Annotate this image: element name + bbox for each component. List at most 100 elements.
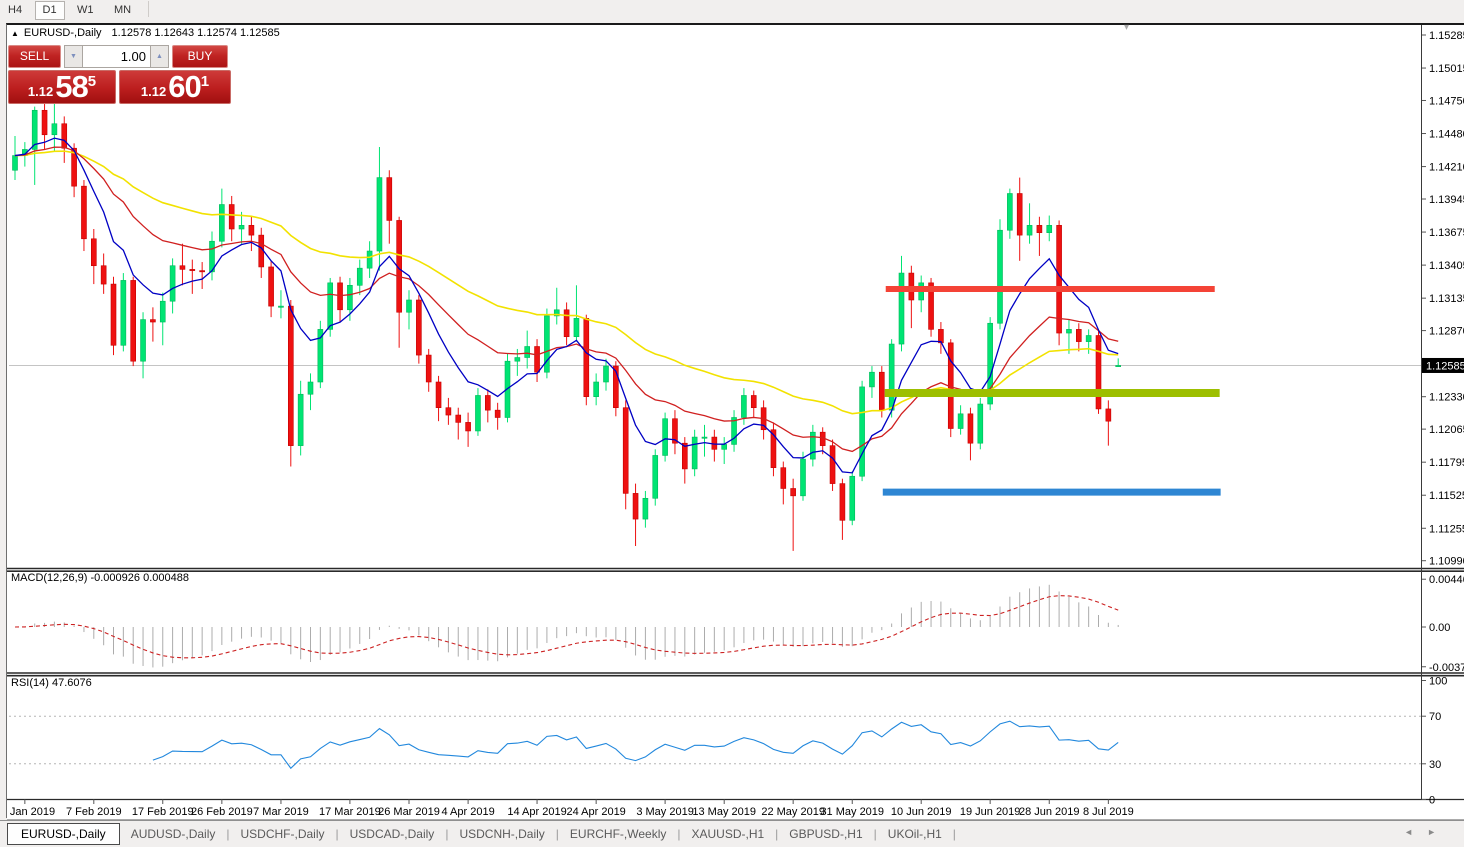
candle-body [594, 382, 599, 397]
candle-body [801, 459, 806, 496]
date-axis-label: 26 Mar 2019 [378, 806, 440, 818]
tab-eurusd-daily[interactable]: EURUSD-,Daily [7, 823, 120, 845]
candle-body [869, 372, 874, 387]
date-axis-label: 13 May 2019 [692, 806, 756, 818]
date-axis-label: 22 May 2019 [761, 806, 825, 818]
candle-body [269, 267, 274, 306]
candle-body [288, 306, 293, 446]
chart-window: 1.152851.150151.147501.144801.142101.139… [6, 23, 1464, 818]
candle-body [702, 437, 707, 438]
tab-gbpusd-h1[interactable]: GBPUSD-,H1 [778, 824, 873, 844]
volume-increase-icon[interactable]: ▲ [151, 46, 168, 67]
price-axis-label: 1.11795 [1429, 457, 1464, 469]
tab-ukoil-h1[interactable]: UKOil-,H1 [877, 824, 953, 844]
price-axis-label: 1.14480 [1429, 129, 1464, 141]
candle-body [249, 225, 254, 235]
candle-body [426, 355, 431, 382]
candle-body [121, 280, 126, 345]
price-axis-label: 1.11255 [1429, 523, 1464, 535]
candle-body [62, 124, 67, 148]
price-axis-label: 1.13945 [1429, 194, 1464, 206]
volume-decrease-icon[interactable]: ▼ [65, 46, 82, 67]
sell-price-big: 58 [55, 71, 87, 102]
candle-body [1066, 329, 1071, 333]
candle-body [889, 344, 894, 410]
candle-body [308, 382, 313, 394]
chevron-down-icon[interactable]: ▾ [1124, 22, 1129, 33]
candle-body [387, 178, 392, 221]
candle-body [367, 251, 372, 268]
candle-body [722, 444, 727, 449]
candle-body [180, 266, 185, 270]
rsi-axis-label: 70 [1429, 711, 1441, 723]
timeframe-button-mn[interactable]: MN [106, 1, 139, 20]
buy-price-button[interactable]: 1.12601 [119, 70, 231, 104]
sell-price-prefix: 1.12 [28, 82, 53, 102]
date-axis-label: 4 Apr 2019 [441, 806, 494, 818]
macd-axis-label: 0.004465 [1429, 574, 1464, 586]
candle-body [456, 415, 461, 422]
timeframe-button-w1[interactable]: W1 [69, 1, 102, 20]
timeframe-button-d1[interactable]: D1 [35, 1, 65, 20]
candle-body [485, 395, 490, 410]
candle-body [968, 414, 973, 443]
volume-input[interactable] [82, 46, 151, 67]
price-axis-label: 1.12065 [1429, 424, 1464, 436]
timeframe-toolbar: H4 D1 W1 MN [0, 0, 1464, 21]
sell-price-button[interactable]: 1.12585 [8, 70, 116, 104]
tab-usdchf-daily[interactable]: USDCHF-,Daily [230, 824, 336, 844]
tab-usdcnh-daily[interactable]: USDCNH-,Daily [448, 824, 555, 844]
candle-body [564, 310, 569, 337]
tab-scroll-right-icon[interactable]: ► [1427, 827, 1450, 837]
date-axis-label: 28 Jun 2019 [1019, 806, 1080, 818]
price-axis-label: 1.10990 [1429, 556, 1464, 568]
chart-title: ▲EURUSD-,Daily1.12578 1.12643 1.12574 1.… [11, 27, 280, 39]
buy-price-big: 60 [168, 71, 200, 102]
candle-body [200, 271, 205, 272]
candle-body [160, 301, 165, 322]
candle-body [525, 347, 530, 358]
candle-body [998, 230, 1003, 323]
candle-body [879, 372, 884, 410]
candle-body [1037, 225, 1042, 232]
price-axis-label: 1.13405 [1429, 260, 1464, 272]
tab-xauusd-h1[interactable]: XAUUSD-,H1 [680, 824, 775, 844]
date-axis-label: 24 Apr 2019 [566, 806, 625, 818]
candle-body [643, 498, 648, 519]
candle-body [623, 408, 628, 494]
tab-separator: | [953, 827, 956, 841]
candle-body [1106, 409, 1111, 421]
candle-body [515, 358, 520, 362]
price-axis-label: 1.15015 [1429, 63, 1464, 75]
candle-body [81, 186, 86, 239]
tab-eurchf-weekly[interactable]: EURCHF-,Weekly [559, 824, 677, 844]
candle-body [692, 437, 697, 469]
candle-body [535, 347, 540, 373]
tab-usdcad-daily[interactable]: USDCAD-,Daily [339, 824, 446, 844]
candle-body [860, 387, 865, 476]
symbol-tabs: EURUSD-,DailyAUDUSD-,Daily | USDCHF-,Daily… [7, 823, 956, 845]
sell-button[interactable]: SELL [8, 45, 61, 68]
collapse-panel-icon[interactable]: ▲ [11, 29, 19, 38]
toolbar-separator [148, 1, 149, 17]
candle-body [574, 318, 579, 336]
ohlc-values: 1.12578 1.12643 1.12574 1.12585 [112, 27, 280, 39]
candle-body [495, 410, 500, 417]
buy-price-prefix: 1.12 [141, 82, 166, 102]
candle-body [466, 422, 471, 431]
buy-button[interactable]: BUY [172, 45, 228, 68]
timeframe-button-h4[interactable]: H4 [0, 1, 30, 20]
tab-audusd-daily[interactable]: AUDUSD-,Daily [120, 824, 227, 844]
candle-body [682, 443, 687, 469]
rsi-axis-label: 0 [1429, 795, 1435, 807]
candle-body [840, 484, 845, 521]
tab-scroll-left-icon[interactable]: ◄ [1404, 827, 1427, 837]
candle-body [278, 306, 283, 307]
candle-body [938, 329, 943, 342]
candle-body [229, 205, 234, 229]
candle-body [1017, 194, 1022, 236]
price-axis-label: 1.12870 [1429, 326, 1464, 338]
date-axis-label: 17 Feb 2019 [132, 806, 194, 818]
candle-body [407, 300, 412, 312]
candle-body [633, 493, 638, 519]
